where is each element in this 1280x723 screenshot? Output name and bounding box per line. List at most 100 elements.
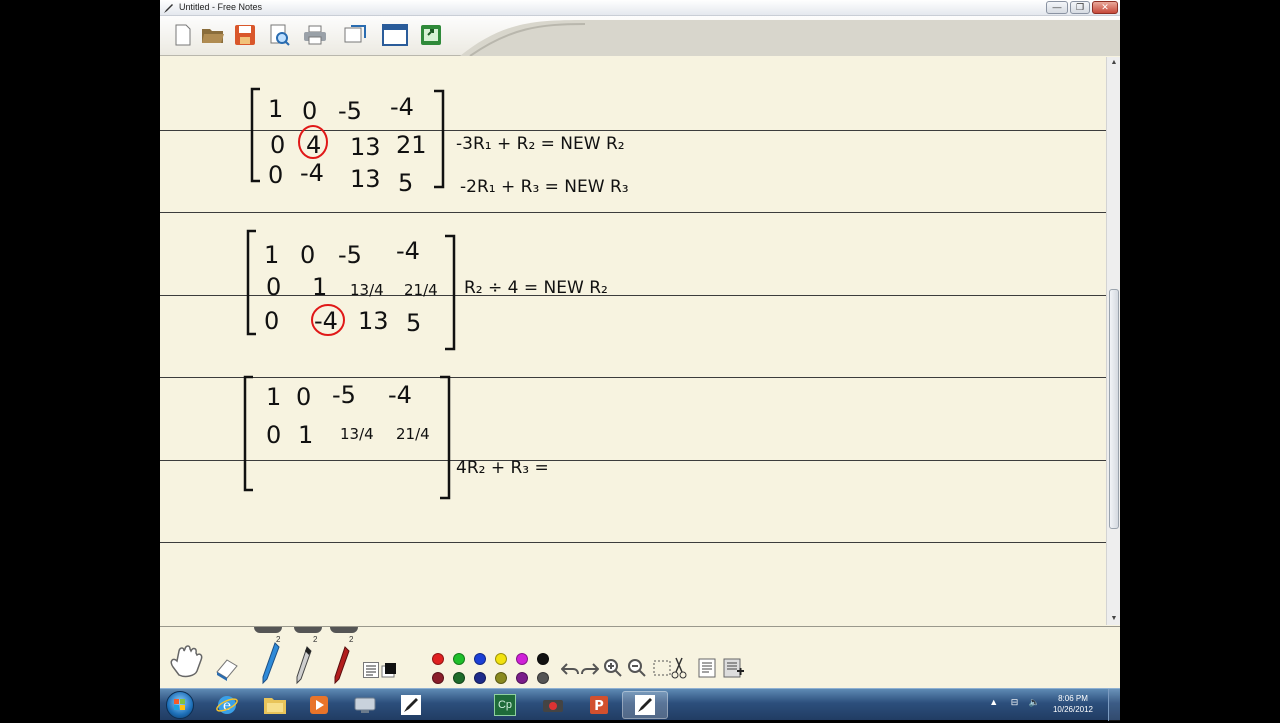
taskbar-recorder[interactable]	[530, 691, 576, 719]
add-page-button[interactable]	[722, 657, 746, 679]
m1-r2c2: 4	[306, 131, 321, 159]
print-button[interactable]	[302, 22, 328, 48]
color-swatch-purple[interactable]	[516, 672, 528, 684]
taskbar-captivate[interactable]: Cp	[482, 691, 528, 719]
m2-r3c3: 13	[358, 307, 389, 335]
color-swatch-gray[interactable]	[537, 672, 549, 684]
m3-r2c1: 0	[266, 421, 281, 449]
color-picker-button[interactable]	[380, 661, 398, 679]
window-button[interactable]	[382, 22, 408, 48]
redo-button[interactable]	[580, 659, 600, 679]
system-tray-icons[interactable]: ▲ ⊟ 🔈	[989, 697, 1040, 708]
zoom-in-button[interactable]	[602, 657, 624, 679]
line-width-button[interactable]	[362, 661, 380, 679]
color-swatch-yellow[interactable]	[495, 653, 507, 665]
internet-explorer-icon: e	[216, 696, 238, 714]
tray-tab[interactable]	[330, 627, 358, 633]
color-swatch-red[interactable]	[432, 653, 444, 665]
window-title: Untitled - Free Notes	[179, 2, 263, 12]
taskbar-clock[interactable]: 8:06 PM 10/26/2012	[1046, 693, 1100, 715]
taskbar-media-player[interactable]	[296, 691, 342, 719]
taskbar-file-explorer[interactable]	[252, 691, 298, 719]
taskbar-free-notes[interactable]	[388, 691, 434, 719]
new-file-button[interactable]	[170, 22, 196, 48]
m2-r3c1: 0	[264, 307, 279, 335]
hand-tool[interactable]	[166, 641, 206, 681]
taskbar-free-notes-active[interactable]	[622, 691, 668, 719]
pencil-tool[interactable]	[294, 645, 314, 685]
m1-r1c2: 0	[302, 97, 317, 125]
page-button[interactable]	[696, 657, 718, 679]
m1-operation-1: -3R₁ + R₂ = NEW R₂	[456, 134, 625, 154]
minimize-button[interactable]: —	[1046, 1, 1068, 14]
m1-r2c1: 0	[270, 131, 285, 159]
window-icon	[382, 24, 408, 46]
select-scissors-icon	[653, 657, 687, 679]
network-status-icon[interactable]: ⊟	[1011, 697, 1019, 707]
windows-taskbar: e Cp P ▲ ⊟ 🔈 8:06 PM 10/26/2012	[160, 688, 1120, 721]
m3-r2c2: 1	[298, 421, 313, 449]
vertical-scrollbar[interactable]: ▲ ▼	[1106, 57, 1120, 625]
color-swatch-black[interactable]	[537, 653, 549, 665]
media-player-icon	[310, 696, 328, 714]
taskbar-powerpoint[interactable]: P	[576, 691, 622, 719]
undo-button[interactable]	[560, 659, 580, 679]
scan-icon	[344, 25, 366, 43]
taskbar-internet-explorer[interactable]: e	[204, 691, 250, 719]
m2-r2c1: 0	[266, 273, 281, 301]
tab-number: 2	[313, 635, 318, 644]
m3-r1c1: 1	[266, 383, 281, 411]
m1-operation-2: -2R₁ + R₃ = NEW R₃	[460, 177, 629, 197]
open-folder-icon	[202, 29, 224, 43]
m2-r3c4: 5	[406, 309, 421, 337]
print-preview-button[interactable]	[266, 22, 292, 48]
print-icon	[304, 25, 326, 45]
m1-r1c1: 1	[268, 95, 283, 123]
volume-icon[interactable]: 🔈	[1029, 697, 1040, 707]
pen-tool[interactable]	[260, 641, 282, 685]
color-swatch-blue[interactable]	[474, 653, 486, 665]
m2-r1c2: 0	[300, 241, 315, 269]
pen-icon	[262, 642, 280, 685]
color-swatch-dark-green[interactable]	[453, 672, 465, 684]
select-cut-button[interactable]	[652, 655, 688, 681]
scan-button[interactable]	[342, 22, 368, 48]
note-canvas[interactable]: 1 0 -5 -4 0 4 13 21 0 -4 13 5 -3R₁ + R₂ …	[160, 57, 1106, 625]
color-swatch-green[interactable]	[453, 653, 465, 665]
handwritten-notes: 1 0 -5 -4 0 4 13 21 0 -4 13 5 -3R₁ + R₂ …	[243, 87, 629, 500]
eraser-tool[interactable]	[212, 653, 240, 683]
close-button[interactable]: ✕	[1092, 1, 1118, 14]
eraser-icon	[216, 659, 238, 681]
network-icon	[354, 697, 376, 713]
tray-tab[interactable]	[254, 627, 282, 633]
show-hidden-icons-icon[interactable]: ▲	[989, 697, 998, 707]
scroll-thumb[interactable]	[1109, 289, 1119, 529]
new-file-icon	[175, 24, 191, 46]
scroll-down-icon[interactable]: ▼	[1107, 613, 1120, 625]
free-notes-active-icon	[635, 695, 655, 715]
marker-tool[interactable]	[332, 645, 352, 685]
color-swatch-olive[interactable]	[495, 672, 507, 684]
m1-r1c4: -4	[390, 93, 414, 121]
start-button[interactable]	[166, 691, 194, 719]
open-button[interactable]	[200, 22, 226, 48]
m3-operation-1: 4R₂ + R₃ =	[456, 458, 549, 478]
show-desktop-button[interactable]	[1108, 689, 1120, 721]
export-button[interactable]	[418, 22, 444, 48]
color-swatch-maroon[interactable]	[432, 672, 444, 684]
m1-r3c1: 0	[268, 161, 283, 189]
tray-tab[interactable]	[294, 627, 322, 633]
color-swatch-magenta[interactable]	[516, 653, 528, 665]
m1-r3c2: -4	[300, 159, 324, 187]
free-notes-window: Untitled - Free Notes — ❐ ✕ 1 0 -5 -4 0 …	[160, 0, 1120, 688]
m3-r1c3: -5	[332, 381, 356, 409]
zoom-out-button[interactable]	[626, 657, 648, 679]
free-notes-icon	[401, 695, 421, 715]
save-button[interactable]	[232, 22, 258, 48]
color-swatch-dark-blue[interactable]	[474, 672, 486, 684]
maximize-button[interactable]: ❐	[1070, 1, 1090, 14]
scroll-up-icon[interactable]: ▲	[1107, 57, 1120, 69]
m3-r1c2: 0	[296, 383, 311, 411]
taskbar-network-app[interactable]	[342, 691, 388, 719]
m2-r1c3: -5	[338, 241, 362, 269]
